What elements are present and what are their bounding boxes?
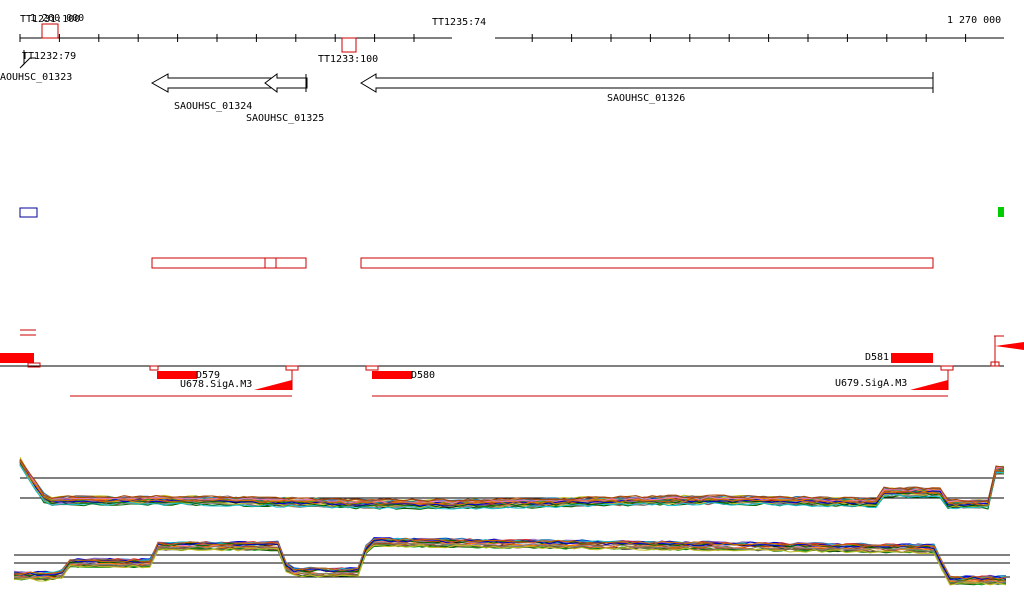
expression-profile-line <box>19 458 1005 503</box>
feature-d581-block[interactable] <box>891 353 933 363</box>
right-edge-wedge[interactable] <box>995 342 1024 350</box>
feature-d580-label: D580 <box>411 370 435 381</box>
blue-feature-box[interactable] <box>19 207 38 218</box>
feature-u678-label: U678.SigA.M3 <box>180 379 252 390</box>
operon-box-01324-01325[interactable] <box>151 257 307 269</box>
feature-u679-label: U679.SigA.M3 <box>835 378 907 389</box>
gene-arrow-01326[interactable] <box>360 73 934 93</box>
green-marker[interactable] <box>998 207 1004 217</box>
genome-browser-viewer[interactable]: 1 260 000 TT1231:100 TT1235:74 1 270 000… <box>0 0 1024 611</box>
expression-profile-line <box>19 459 1005 503</box>
gene-label-01323: AOUHSC_01323 <box>0 72 72 83</box>
feature-left-block[interactable] <box>0 353 34 363</box>
feature-track: D579 U678.SigA.M3 D580 D581 U679.SigA.M3 <box>0 336 1024 397</box>
expression-profile-line <box>13 544 1007 586</box>
terminator-tt1232-label: TT1232:79 <box>22 51 76 62</box>
ruler-end-label: 1 270 000 <box>947 15 1001 26</box>
gene-track: AOUHSC_01323 SAOUHSC_01324 SAOUHSC_01325… <box>0 57 934 124</box>
feature-d579-block[interactable] <box>157 371 197 379</box>
promoter-u679-wedge[interactable] <box>910 380 948 390</box>
expression-track-1[interactable] <box>19 457 1005 510</box>
terminator-tt1231-box[interactable] <box>41 23 59 39</box>
feature-d581-label: D581 <box>865 352 889 363</box>
expression-track-2[interactable] <box>13 537 1010 586</box>
coordinate-ruler <box>19 34 1004 42</box>
terminator-tt1233-label: TT1233:100 <box>318 54 378 65</box>
ruler-mid-label: TT1235:74 <box>432 17 486 28</box>
promoter-u678-wedge[interactable] <box>254 380 292 390</box>
gene-arrow-01325[interactable] <box>264 73 308 93</box>
operon-box-01326[interactable] <box>360 257 934 269</box>
gene-label-01324: SAOUHSC_01324 <box>174 101 252 112</box>
terminator-tt1233-box[interactable] <box>341 37 357 53</box>
gene-label-01325: SAOUHSC_01325 <box>246 113 324 124</box>
feature-d580-block[interactable] <box>372 371 412 379</box>
gene-label-01326: SAOUHSC_01326 <box>607 93 685 104</box>
gene-arrow-01324[interactable] <box>150 73 277 93</box>
expression-profile-line <box>19 457 1005 503</box>
ruler-start-terminator-label: TT1231:100 <box>20 14 80 25</box>
